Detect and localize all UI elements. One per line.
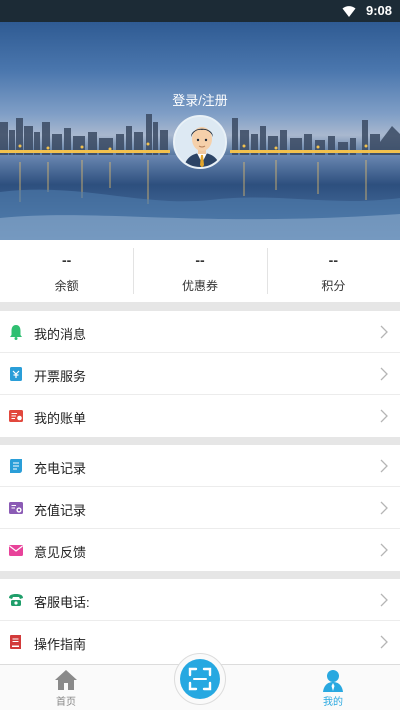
menu-item-label: 我的账单 [34,411,87,426]
invoice-icon [10,367,22,381]
chevron-right-icon [380,367,388,381]
coupon-value: -- [195,252,205,268]
account-stats: -- 余额 -- 优惠券 -- 积分 [0,240,400,302]
home-icon [55,670,77,690]
user-avatar[interactable] [173,115,227,169]
recharge-record-icon [9,502,23,514]
charge-record-icon [10,459,22,473]
nav-mine-label: 我的 [323,697,343,708]
menu-group-records: 充电记录 充值记录 意见反馈 [0,445,400,571]
balance-label: 余额 [54,279,79,293]
wifi-icon [342,6,356,17]
chevron-right-icon [380,635,388,649]
status-bar: 9:08 [0,0,400,22]
points-stat[interactable]: -- 积分 [266,240,400,302]
menu-item-label: 开票服务 [34,369,87,384]
menu-group-support: 客服电话: 操作指南 [0,579,400,663]
menu-item-label: 客服电话: [34,595,90,610]
status-time: 9:08 [365,3,392,18]
nav-tab-mine[interactable]: 我的 [303,668,363,708]
scan-button[interactable] [174,653,226,705]
nav-tab-home[interactable]: 首页 [36,668,96,708]
menu-item-label: 意见反馈 [34,545,87,560]
phone-icon [9,594,23,606]
section-divider [0,437,400,445]
menu-item-invoice[interactable]: 开票服务 [0,353,400,395]
menu-item-label: 操作指南 [34,637,87,652]
login-register-link[interactable]: 登录/注册 [0,90,400,109]
coupon-label: 优惠券 [181,279,218,293]
profile-header: 登录/注册 [0,22,400,240]
chevron-right-icon [380,543,388,557]
menu-group-account: 我的消息 开票服务 我的账单 [0,311,400,437]
guide-book-icon [10,635,21,649]
chevron-right-icon [380,459,388,473]
chevron-right-icon [380,409,388,423]
chevron-right-icon [380,325,388,339]
points-value: -- [328,252,338,268]
nav-home-label: 首页 [56,697,76,708]
feedback-mail-icon [9,545,23,556]
chevron-right-icon [380,501,388,515]
balance-stat[interactable]: -- 余额 [0,240,133,302]
menu-item-messages[interactable]: 我的消息 [0,311,400,353]
menu-item-recharge-records[interactable]: 充值记录 [0,487,400,529]
bill-icon [9,410,23,422]
person-icon [323,670,343,692]
chevron-right-icon [380,593,388,607]
menu-item-label: 充电记录 [34,461,87,476]
coupon-stat[interactable]: -- 优惠券 [133,240,266,302]
menu-item-service-phone[interactable]: 客服电话: [0,579,400,621]
bell-icon [10,325,22,340]
menu-item-label: 充值记录 [34,503,87,518]
menu-item-charge-records[interactable]: 充电记录 [0,445,400,487]
menu-item-label: 我的消息 [34,327,87,342]
section-divider [0,302,400,311]
scan-icon [188,667,212,691]
points-label: 积分 [321,279,346,293]
menu-item-feedback[interactable]: 意见反馈 [0,529,400,571]
section-divider [0,571,400,579]
balance-value: -- [62,252,72,268]
menu-item-bills[interactable]: 我的账单 [0,395,400,437]
